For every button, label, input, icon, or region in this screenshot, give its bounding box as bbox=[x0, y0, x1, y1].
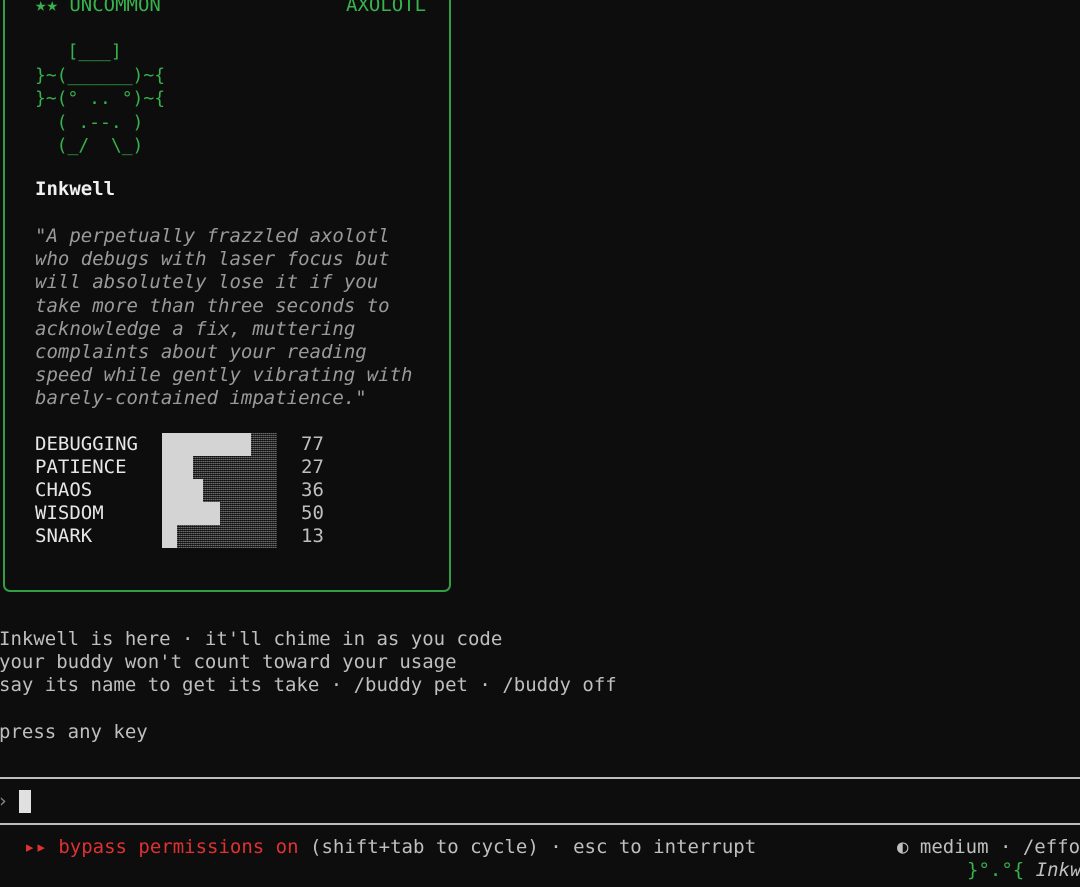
bypass-permissions-label: bypass permissions on bbox=[58, 836, 299, 858]
stat-bar-snark bbox=[162, 525, 177, 548]
commands-hint-message: say its name to get its take · /buddy pe… bbox=[0, 674, 617, 696]
stat-label-wisdom: WISDOM bbox=[35, 502, 104, 524]
stat-bar-wisdom bbox=[162, 502, 220, 525]
input-divider-top bbox=[0, 777, 1080, 779]
input-divider-bottom bbox=[0, 823, 1080, 825]
fast-forward-icon: ▸▸ bbox=[24, 836, 47, 858]
half-circle-icon: ◐ bbox=[897, 836, 909, 858]
buddy-face-icon: }°.°{ bbox=[967, 859, 1025, 881]
stat-bar-patience bbox=[162, 456, 193, 479]
axolotl-ascii-art: [___] }~(______)~{ }~(° .. °)~{ ( .--. )… bbox=[35, 41, 166, 156]
mode-hint-text: (shift+tab to cycle) · esc to interrupt bbox=[310, 836, 757, 858]
stat-value-debugging: 77 bbox=[301, 433, 324, 455]
stat-label-patience: PATIENCE bbox=[35, 456, 127, 478]
stat-value-patience: 27 bbox=[301, 456, 324, 478]
buddy-description: "A perpetually frazzled axolotl who debu… bbox=[35, 225, 413, 410]
permission-mode-status[interactable]: ▸▸ bypass permissions on (shift+tab to c… bbox=[24, 836, 756, 859]
buddy-name: Inkwell bbox=[35, 178, 116, 200]
stat-value-wisdom: 50 bbox=[301, 502, 324, 524]
rarity-label: ★★ UNCOMMON bbox=[35, 0, 161, 16]
stat-value-chaos: 36 bbox=[301, 479, 324, 501]
stat-label-snark: SNARK bbox=[35, 525, 93, 547]
text-input-cursor[interactable] bbox=[19, 790, 31, 813]
stat-bar-debugging bbox=[162, 433, 251, 456]
buddy-intro-message: Inkwell is here · it'll chime in as you … bbox=[0, 628, 503, 650]
effort-status: ◐ medium · /effo bbox=[897, 836, 1080, 859]
species-label: AXOLOTL bbox=[346, 0, 427, 16]
stat-label-debugging: DEBUGGING bbox=[35, 433, 138, 455]
buddy-status-indicator: }°.°{ Inkw bbox=[967, 859, 1080, 882]
terminal-screen: ★★ UNCOMMON AXOLOTL [___] }~(______)~{ }… bbox=[0, 0, 1080, 887]
usage-note-message: your buddy won't count toward your usage bbox=[0, 651, 457, 673]
stat-label-chaos: CHAOS bbox=[35, 479, 93, 501]
effort-level-text: medium · /effo bbox=[919, 836, 1080, 858]
buddy-status-name: Inkw bbox=[1035, 859, 1080, 881]
prompt-chevron-icon: › bbox=[0, 790, 8, 813]
stat-value-snark: 13 bbox=[301, 525, 324, 547]
buddy-card: ★★ UNCOMMON AXOLOTL [___] }~(______)~{ }… bbox=[3, 0, 451, 592]
stat-bar-chaos bbox=[162, 479, 203, 502]
press-any-key-message: press any key bbox=[0, 721, 148, 743]
stat-bars bbox=[162, 433, 277, 548]
